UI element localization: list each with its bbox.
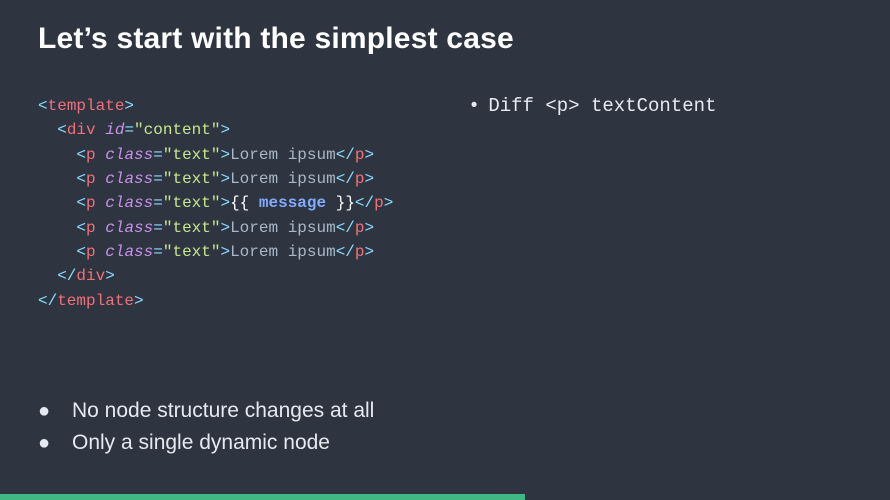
code-text: Lorem ipsum — [230, 170, 336, 188]
code-tag: p — [86, 219, 96, 237]
bullet-text: textContent — [580, 95, 717, 117]
bullet-item: •Diff <p> textContent — [468, 92, 716, 121]
code-tag: p — [86, 194, 96, 212]
bullet-dot-icon: ● — [38, 396, 72, 427]
code-text: Lorem ipsum — [230, 146, 336, 164]
code-tag: template — [57, 292, 134, 310]
code-string: "content" — [134, 121, 220, 139]
code-tag: p — [86, 170, 96, 188]
slide-title: Let’s start with the simplest case — [38, 22, 852, 56]
code-mustache: }} — [326, 194, 355, 212]
code-tag: div — [76, 267, 105, 285]
progress-track — [0, 494, 890, 500]
slide: Let’s start with the simplest case <temp… — [0, 0, 890, 500]
code-attr: class — [105, 219, 153, 237]
slide-content: <template> <div id="content"> <p class="… — [38, 94, 852, 313]
bullet-item: ●Only a single dynamic node — [38, 427, 374, 460]
bullet-item: ●No node structure changes at all — [38, 395, 374, 428]
code-attr: class — [105, 194, 153, 212]
bullet-dot-icon: ● — [38, 428, 72, 459]
progress-bar — [0, 494, 525, 500]
code-text: Lorem ipsum — [230, 219, 336, 237]
code-attr: class — [105, 170, 153, 188]
bullet-text: Only a single dynamic node — [72, 427, 330, 460]
bullet-text: Diff — [488, 95, 545, 117]
code-tag: p — [86, 146, 96, 164]
code-string: "text" — [163, 219, 221, 237]
code-tag: p — [355, 219, 365, 237]
code-tag: p — [355, 243, 365, 261]
code-string: "text" — [163, 243, 221, 261]
bullet-dot-icon: • — [468, 92, 488, 121]
code-tag: div — [67, 121, 96, 139]
code-block: <template> <div id="content"> <p class="… — [38, 94, 393, 313]
code-tag: p — [355, 170, 365, 188]
code-mustache: {{ — [230, 194, 259, 212]
code-attr: class — [105, 243, 153, 261]
code-string: "text" — [163, 170, 221, 188]
code-string: "text" — [163, 146, 221, 164]
right-bullet-list: •Diff <p> textContent — [468, 92, 716, 313]
code-tag: p — [374, 194, 384, 212]
code-tag: p — [355, 146, 365, 164]
code-attr: class — [105, 146, 153, 164]
code-tag: p — [86, 243, 96, 261]
bullet-text: No node structure changes at all — [72, 395, 374, 428]
code-text: Lorem ipsum — [230, 243, 336, 261]
code-variable: message — [259, 194, 326, 212]
code-string: "text" — [163, 194, 221, 212]
code-attr: id — [105, 121, 124, 139]
bullet-code: <p> — [545, 95, 579, 117]
bottom-bullet-list: ●No node structure changes at all ●Only … — [38, 395, 374, 460]
code-tag: template — [48, 97, 125, 115]
